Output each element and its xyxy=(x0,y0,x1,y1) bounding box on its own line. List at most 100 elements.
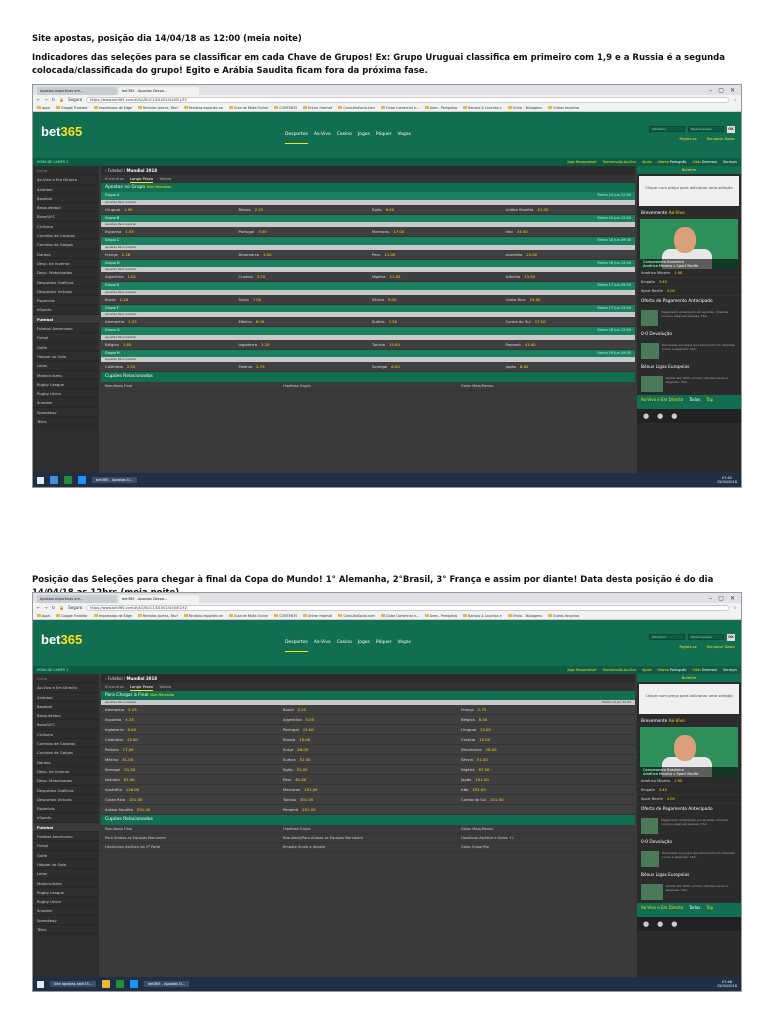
related-link[interactable]: Handicaps Asiático da 1ª Parte xyxy=(101,843,279,851)
responsible-link[interactable]: Jogo Responsável xyxy=(568,160,597,164)
sidebar-item[interactable]: Hóquei no Gelo xyxy=(33,860,99,870)
odds-price[interactable]: 81.00 xyxy=(295,777,306,782)
url-input[interactable]: https://www.bet365.com/#/AC/B1/C1/D1002/… xyxy=(86,96,730,103)
bookmark-item[interactable]: Aves - Periquitos xyxy=(425,614,457,618)
odds-selection[interactable]: Croácia 3.25 xyxy=(235,272,369,281)
odds-selection[interactable]: Argentina 5.00 xyxy=(279,715,457,724)
odds-price[interactable]: 8.00 xyxy=(520,364,528,369)
sidebar-item[interactable]: Hóquei no Gelo xyxy=(33,352,99,362)
file-explorer-icon[interactable] xyxy=(50,476,58,484)
sidebar-item[interactable]: Futebol Americano xyxy=(33,324,99,334)
odds-selection[interactable]: Costa Rica 151.00 xyxy=(101,795,279,804)
sidebar-item[interactable]: Desp. Motorizados xyxy=(33,268,99,278)
odds-selection[interactable]: Dinamarca 5.50 xyxy=(235,250,369,259)
odds-price[interactable]: 3.40 xyxy=(659,280,667,284)
nav-desportos[interactable]: Desportos xyxy=(285,132,308,144)
sidebar-item[interactable]: Desp. Motorizados xyxy=(33,776,99,786)
tennis-ball-icon[interactable]: ● xyxy=(657,412,663,420)
nav-ao-vivo[interactable]: Ao-Vivo xyxy=(314,132,331,144)
promo-card[interactable]: Pagamento antecipado em apostas. Cliente… xyxy=(637,307,741,329)
odds-price[interactable]: 6.00 xyxy=(256,319,264,324)
sidebar-item[interactable]: Desp. de Inverno xyxy=(33,767,99,777)
nav-vegas[interactable]: Vegas xyxy=(398,132,411,144)
bookmark-item[interactable]: Revistas esportes on xyxy=(184,614,223,618)
bookmark-item[interactable]: Vinho - Tatuagens xyxy=(508,614,542,618)
sidebar-item[interactable]: Corridas de Cavalos xyxy=(33,231,99,241)
nav-póquer[interactable]: Póquer xyxy=(376,132,392,144)
odds-price[interactable]: 11.00 xyxy=(390,274,401,279)
close-icon[interactable]: ✕ xyxy=(730,595,735,603)
sidebar-item[interactable]: Basquetebol xyxy=(33,203,99,213)
featured-odds-line[interactable]: América Mineiro 1.90 xyxy=(637,269,741,278)
odds-price[interactable]: 26.00 xyxy=(297,747,308,752)
sidebar-item[interactable]: Speedway xyxy=(33,916,99,926)
promo-title[interactable]: Oferta de Pagamento Antecipado xyxy=(637,296,741,307)
edge-icon[interactable] xyxy=(130,980,139,988)
taskbar-app-word[interactable]: Site apostas abril15... xyxy=(50,981,97,987)
odds-price[interactable]: 2.25 xyxy=(128,707,136,712)
odds-price[interactable]: 251.00 xyxy=(137,807,150,812)
sidebar-item[interactable]: Especiais xyxy=(33,296,99,306)
odds-selection[interactable]: Panamá 251.00 xyxy=(279,805,457,814)
sidebar-item[interactable]: eSports xyxy=(33,813,99,823)
odds-selection[interactable]: Uruguai 1.90 xyxy=(101,205,235,214)
sidebar-item[interactable]: Ténis xyxy=(33,417,99,427)
odds-price[interactable]: 2.25 xyxy=(298,707,306,712)
odds-price[interactable]: 5.00 xyxy=(306,717,314,722)
odds-selection[interactable]: Arábia Saudita 41.00 xyxy=(502,205,636,214)
odds-price[interactable]: 51.00 xyxy=(297,767,308,772)
sidebar-item[interactable]: Futsal xyxy=(33,333,99,343)
odds-price[interactable]: 9.00 xyxy=(128,727,136,732)
odds-price[interactable]: 6.00 xyxy=(386,207,394,212)
sidebar-item[interactable]: Especiais xyxy=(33,804,99,814)
featured-odds-line[interactable]: América Mineiro 1.90 xyxy=(637,777,741,786)
bookmark-item[interactable]: ConsultaSocio.com xyxy=(338,106,374,110)
bet365-logo[interactable]: bet365 xyxy=(41,124,82,139)
back-icon[interactable]: ← xyxy=(37,605,40,610)
odds-selection[interactable]: Argentina 1.61 xyxy=(101,272,235,281)
password-field[interactable]: Palavra-passe xyxy=(688,634,724,640)
odds-selection[interactable]: Alemanha 1.33 xyxy=(101,317,235,326)
odds-selection[interactable]: Islândia 67.00 xyxy=(101,775,279,784)
sidebar-item[interactable]: Motociclismo xyxy=(33,371,99,380)
odds-selection[interactable]: Uruguai 13.00 xyxy=(457,725,635,734)
odds-price[interactable]: 1.28 xyxy=(122,252,130,257)
password-field[interactable]: Palavra-passe xyxy=(688,126,724,132)
maximize-icon[interactable]: ▢ xyxy=(718,87,724,95)
bet365-logo[interactable]: bet365 xyxy=(41,632,82,647)
odds-price[interactable]: 1.53 xyxy=(125,229,133,234)
sidebar-item[interactable]: Corridas de Galgos xyxy=(33,748,99,758)
odds-price[interactable]: 3.40 xyxy=(659,788,667,792)
promo-title[interactable]: 0-0 Devolução xyxy=(637,837,741,848)
odds-selection[interactable]: Bélgica 1.83 xyxy=(101,340,235,349)
sidebar-item[interactable]: Ciclismo xyxy=(33,730,99,740)
taskbar-app-chrome[interactable]: bet365 - Apostas D... xyxy=(144,981,190,987)
odds-price[interactable]: 151.00 xyxy=(304,787,317,792)
odds-price[interactable]: 1.90 xyxy=(674,779,682,783)
back-icon[interactable]: ← xyxy=(37,97,40,102)
services-menu[interactable]: Serviços xyxy=(723,160,737,164)
in-play-all-tab[interactable]: Todos xyxy=(689,905,700,915)
recover-link[interactable]: Recuperar Dados xyxy=(707,137,735,141)
bookmark-item[interactable]: Vinho - Tatuagens xyxy=(508,106,542,110)
odds-price[interactable]: 13.00 xyxy=(127,737,138,742)
odds-price[interactable]: 17.00 xyxy=(123,747,134,752)
odds-selection[interactable]: Japão 101.00 xyxy=(457,775,635,784)
odds-price[interactable]: 67.00 xyxy=(479,767,490,772)
odds-price[interactable]: 13.00 xyxy=(480,727,491,732)
odds-price[interactable]: 6.00 xyxy=(479,717,487,722)
tab-encontros[interactable]: Encontros xyxy=(105,683,124,691)
odds-selection[interactable]: Coreia do Sul 201.00 xyxy=(457,795,635,804)
sidebar-item[interactable]: Basquetebol xyxy=(33,711,99,721)
nav-jogos[interactable]: Jogos xyxy=(358,640,370,652)
bookmark-item[interactable]: Guia de Mídia Online xyxy=(229,106,268,110)
reload-icon[interactable]: ↻ xyxy=(52,97,55,102)
odds-selection[interactable]: Islândia 13.00 xyxy=(502,272,636,281)
odds-price[interactable]: 34.00 xyxy=(517,229,528,234)
odds-price[interactable]: 2.75 xyxy=(256,364,264,369)
bookmark-item[interactable]: Google Tradutor xyxy=(56,106,87,110)
odds-price[interactable]: 251.00 xyxy=(302,807,315,812)
excel-icon[interactable] xyxy=(64,476,72,484)
odds-price[interactable]: 17.00 xyxy=(535,319,546,324)
odds-selection[interactable]: Portugal 13.00 xyxy=(279,725,457,734)
